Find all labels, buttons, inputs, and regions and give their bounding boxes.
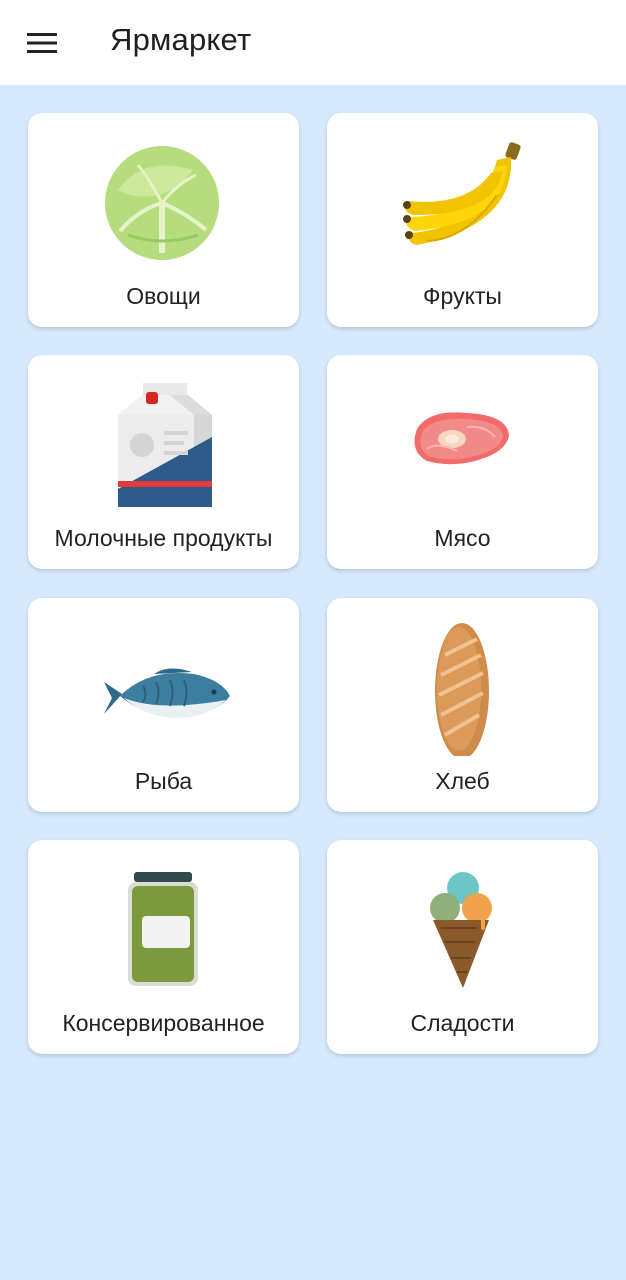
- jar-icon: [128, 872, 198, 986]
- milk-carton-icon: [118, 383, 212, 507]
- ice-cream-icon: [430, 872, 492, 988]
- bread-icon: [435, 623, 489, 756]
- category-label: Молочные продукты: [54, 525, 273, 551]
- category-card-fruits[interactable]: Фрукты: [327, 113, 598, 327]
- category-label: Консервированное: [62, 1010, 265, 1036]
- category-label: Рыба: [134, 768, 193, 794]
- steak-icon: [414, 412, 509, 465]
- category-label: Сладости: [410, 1010, 515, 1036]
- fish-icon: [104, 668, 230, 718]
- menu-button[interactable]: [18, 20, 66, 64]
- banana-icon: [403, 142, 521, 245]
- category-card-canned[interactable]: Консервированное: [28, 840, 299, 1054]
- category-label: Фрукты: [423, 283, 502, 309]
- app-title: Ярмаркет: [110, 22, 252, 57]
- menu-icon: [27, 33, 57, 53]
- category-card-sweets[interactable]: Сладости: [327, 840, 598, 1054]
- category-label: Хлеб: [435, 768, 490, 794]
- category-card-vegetables[interactable]: Овощи: [28, 113, 299, 327]
- category-label: Мясо: [434, 525, 491, 551]
- category-card-bread[interactable]: Хлеб: [327, 598, 598, 812]
- cabbage-icon: [105, 146, 219, 260]
- category-card-dairy[interactable]: Молочные продукты: [28, 355, 299, 569]
- category-card-meat[interactable]: Мясо: [327, 355, 598, 569]
- category-label: Овощи: [126, 283, 201, 309]
- category-card-fish[interactable]: Рыба: [28, 598, 299, 812]
- app-bar: Ярмаркет: [0, 0, 626, 85]
